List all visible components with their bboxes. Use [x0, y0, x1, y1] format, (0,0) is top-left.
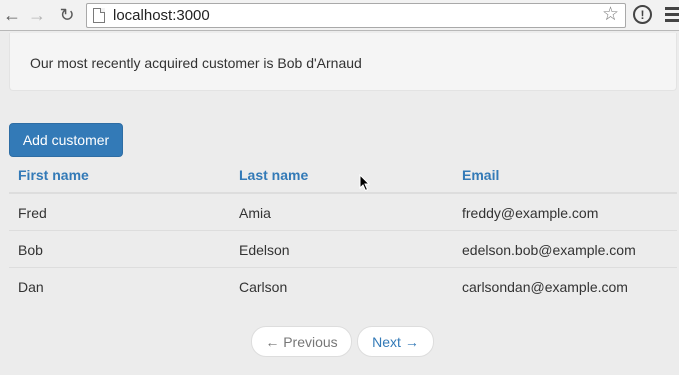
- info-icon[interactable]: !: [633, 5, 652, 24]
- cell-last-name: Carlson: [239, 279, 288, 295]
- recent-customer-banner: Our most recently acquired customer is B…: [9, 33, 677, 91]
- browser-toolbar: ← → ↻ localhost:3000 ☆ !: [0, 0, 679, 31]
- table-header: First name Last name Email: [9, 157, 677, 194]
- cell-first-name: Bob: [18, 242, 43, 258]
- recent-customer-text: Our most recently acquired customer is B…: [30, 55, 362, 71]
- menu-icon[interactable]: [665, 7, 679, 23]
- url-text[interactable]: localhost:3000: [113, 7, 210, 24]
- reload-icon[interactable]: ↻: [57, 5, 77, 25]
- forward-arrow-icon[interactable]: →: [27, 5, 47, 25]
- header-email[interactable]: Email: [462, 167, 499, 183]
- table-row: Fred Amia freddy@example.com: [9, 194, 677, 231]
- info-icon-glyph: !: [640, 7, 645, 22]
- table-row: Dan Carlson carlsondan@example.com: [9, 268, 677, 305]
- page-icon: [93, 8, 105, 23]
- cell-last-name: Edelson: [239, 242, 290, 258]
- cell-first-name: Fred: [18, 205, 47, 221]
- bookmark-star-icon[interactable]: ☆: [602, 5, 619, 24]
- mouse-cursor-icon: [359, 174, 371, 192]
- address-bar[interactable]: localhost:3000 ☆: [86, 3, 626, 28]
- previous-page-button[interactable]: ← Previous: [251, 326, 352, 357]
- header-first-name[interactable]: First name: [18, 167, 89, 183]
- customers-table: First name Last name Email Fred Amia fre…: [9, 157, 677, 305]
- add-customer-button[interactable]: Add customer: [9, 123, 123, 157]
- next-page-button[interactable]: Next →: [357, 326, 434, 357]
- cell-last-name: Amia: [239, 205, 271, 221]
- cell-first-name: Dan: [18, 279, 44, 295]
- cell-email: carlsondan@example.com: [462, 279, 628, 295]
- back-arrow-icon[interactable]: ←: [2, 5, 22, 25]
- cell-email: freddy@example.com: [462, 205, 599, 221]
- header-last-name[interactable]: Last name: [239, 167, 308, 183]
- cell-email: edelson.bob@example.com: [462, 242, 636, 258]
- table-row: Bob Edelson edelson.bob@example.com: [9, 231, 677, 268]
